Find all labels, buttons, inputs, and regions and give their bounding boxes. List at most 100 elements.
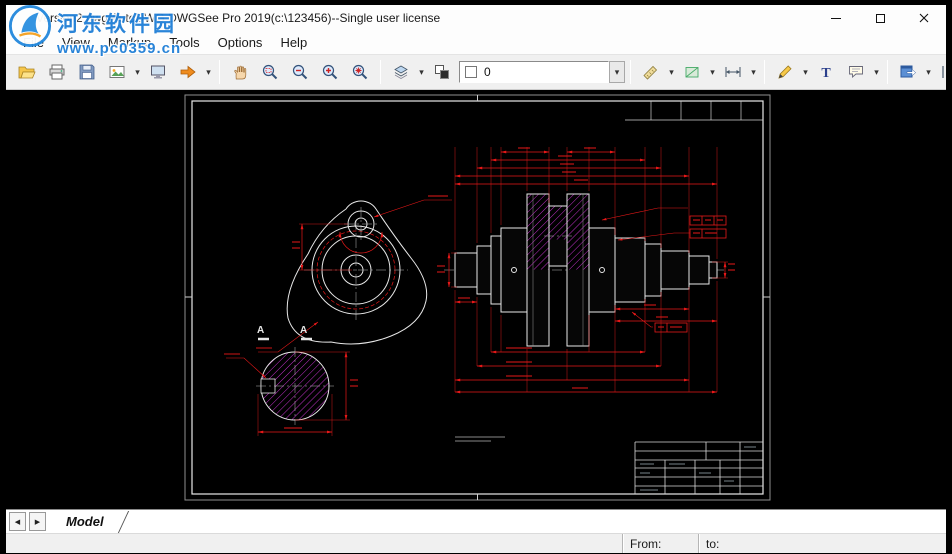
background-color-button[interactable]	[429, 59, 455, 85]
menu-view[interactable]: View	[53, 33, 99, 52]
zoom-window-button[interactable]	[257, 59, 283, 85]
section-label-a2: A	[300, 325, 307, 336]
vertical-lines-icon	[942, 66, 944, 78]
measure-distance-icon	[643, 65, 658, 80]
web2-hatch	[567, 194, 589, 270]
measure-length-button[interactable]	[720, 59, 746, 85]
menu-tools[interactable]: Tools	[160, 33, 208, 52]
text-tool-icon: T	[821, 66, 831, 81]
save-icon	[79, 64, 95, 80]
markup-cloud-dropdown[interactable]: ▾	[871, 59, 882, 85]
maximize-icon	[875, 13, 885, 23]
cad-drawing: A A	[184, 94, 771, 501]
tab-edge	[106, 510, 129, 533]
zoom-in-button[interactable]	[317, 59, 343, 85]
menu-markup[interactable]: Markup	[99, 33, 160, 52]
measure-distance-button[interactable]	[638, 59, 664, 85]
status-main-cell	[6, 534, 622, 553]
pan-button[interactable]	[227, 59, 253, 85]
publish-button[interactable]	[895, 59, 921, 85]
toolbar-separator	[887, 60, 888, 84]
minimize-button[interactable]	[814, 5, 858, 31]
save-button[interactable]	[74, 59, 100, 85]
publish-dropdown[interactable]: ▾	[923, 59, 934, 85]
window-title: Version2.dwg AutoDWG DWGSee Pro 2019(c:\…	[36, 11, 441, 25]
publish-window-icon	[900, 65, 916, 78]
tab-model[interactable]: Model	[66, 510, 129, 533]
close-icon	[919, 13, 929, 23]
menu-bar: File View Markup Tools Options Help	[6, 31, 946, 54]
markup-pen-dropdown[interactable]: ▾	[800, 59, 811, 85]
export-arrow-icon	[180, 65, 196, 79]
measure-distance-dropdown[interactable]: ▾	[666, 59, 677, 85]
markup-pen-button[interactable]	[772, 59, 798, 85]
zoom-out-icon	[292, 64, 308, 80]
title-block	[634, 441, 763, 494]
tab-scroll-right-button[interactable]: ▶	[29, 512, 46, 531]
layer-combo[interactable]: 0	[459, 61, 609, 83]
open-folder-icon	[18, 66, 36, 79]
left-arrow-icon: ◀	[14, 518, 21, 526]
sheet-frame	[184, 94, 771, 501]
measure-area-dropdown[interactable]: ▾	[707, 59, 718, 85]
tab-model-label: Model	[66, 514, 104, 529]
title-bar[interactable]: Version2.dwg AutoDWG DWGSee Pro 2019(c:\…	[6, 5, 946, 31]
drawing-canvas[interactable]: A A	[6, 90, 946, 509]
background-squares-icon	[435, 65, 449, 79]
zoom-extents-button[interactable]	[347, 59, 373, 85]
section-label-a1: A	[257, 325, 264, 336]
export-dropdown[interactable]: ▾	[203, 59, 214, 85]
export-button[interactable]	[175, 59, 201, 85]
markup-text-button[interactable]: T	[813, 59, 839, 85]
comment-balloon-icon	[849, 66, 863, 78]
pan-hand-icon	[234, 65, 247, 80]
layers-dropdown[interactable]: ▾	[416, 59, 427, 85]
measure-area-button[interactable]	[679, 59, 705, 85]
window-controls	[814, 5, 946, 31]
image-convert-icon	[109, 66, 125, 78]
menu-help[interactable]: Help	[271, 33, 316, 52]
screen-capture-icon	[151, 65, 165, 79]
status-from-label: From:	[630, 536, 662, 551]
toolbar-separator	[219, 60, 220, 84]
status-bar: From: to:	[6, 533, 946, 553]
markup-cloud-button[interactable]	[843, 59, 869, 85]
toolbar-separator	[630, 60, 631, 84]
close-button[interactable]	[902, 5, 946, 31]
layer-combo-value: 0	[484, 65, 491, 79]
cam-front-view	[256, 195, 452, 353]
measure-length-dropdown[interactable]: ▾	[748, 59, 759, 85]
menu-file[interactable]: File	[14, 33, 53, 52]
toolbar-separator	[764, 60, 765, 84]
zoom-window-icon	[262, 64, 278, 80]
measure-area-icon	[685, 67, 699, 78]
section-cut-marks: A A	[257, 325, 312, 341]
tab-scroll-left-button[interactable]: ◀	[9, 512, 26, 531]
web1-hatch	[527, 194, 549, 270]
convert-button[interactable]	[104, 59, 130, 85]
app-window: Version2.dwg AutoDWG DWGSee Pro 2019(c:\…	[6, 5, 946, 553]
print-button[interactable]	[44, 59, 70, 85]
crankpin-hatch	[549, 206, 567, 240]
toolbar-separator	[380, 60, 381, 84]
zoom-out-button[interactable]	[287, 59, 313, 85]
status-to-cell: to:	[698, 534, 946, 553]
layer-color-swatch	[465, 66, 477, 78]
zoom-extents-icon	[352, 64, 368, 80]
capture-button[interactable]	[145, 59, 171, 85]
status-to-label: to:	[706, 536, 720, 551]
printer-icon	[49, 64, 65, 80]
convert-dropdown[interactable]: ▾	[132, 59, 143, 85]
layers-button[interactable]	[388, 59, 414, 85]
open-button[interactable]	[14, 59, 40, 85]
layers-icon	[394, 65, 408, 79]
right-arrow-icon: ▶	[34, 518, 41, 526]
measure-length-icon	[725, 67, 741, 77]
layer-combo-dropdown[interactable]: ▾	[609, 61, 625, 83]
minimize-icon	[831, 17, 841, 19]
text-tool-glyph: T	[821, 66, 831, 81]
maximize-button[interactable]	[858, 5, 902, 31]
polyline-button[interactable]	[936, 59, 946, 85]
menu-options[interactable]: Options	[209, 33, 272, 52]
drawing-note	[455, 436, 505, 442]
